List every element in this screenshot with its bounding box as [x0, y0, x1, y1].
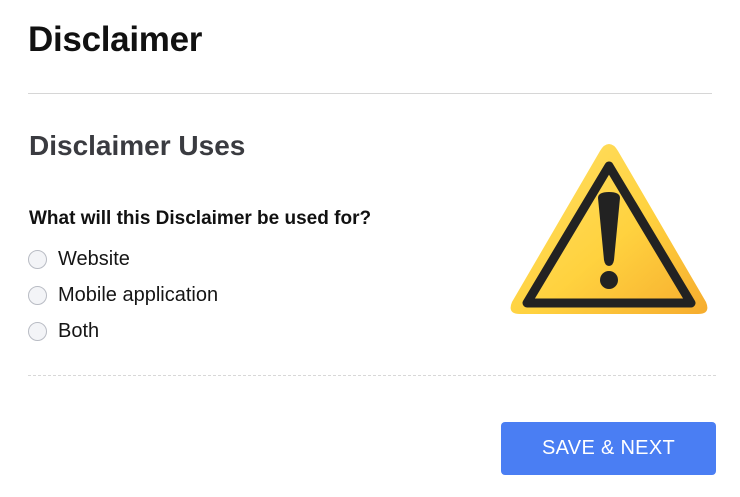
header-divider	[28, 93, 712, 94]
usage-options-group: Website Mobile application Both	[28, 241, 218, 349]
save-and-next-button[interactable]: SAVE & NEXT	[501, 422, 716, 475]
usage-question: What will this Disclaimer be used for?	[29, 208, 372, 229]
option-mobile-application-label[interactable]: Mobile application	[58, 284, 218, 307]
radio-mobile-application[interactable]	[28, 285, 47, 305]
footer-divider	[28, 375, 716, 376]
option-website-label[interactable]: Website	[58, 248, 130, 271]
page-title: Disclaimer	[28, 20, 203, 59]
radio-website[interactable]	[28, 249, 47, 269]
option-mobile-application[interactable]: Mobile application	[28, 277, 218, 313]
option-both[interactable]: Both	[28, 313, 218, 349]
warning-triangle-icon	[510, 144, 708, 314]
section-title: Disclaimer Uses	[29, 130, 246, 161]
option-both-label[interactable]: Both	[58, 320, 99, 343]
radio-both[interactable]	[28, 321, 47, 341]
option-website[interactable]: Website	[28, 241, 218, 277]
